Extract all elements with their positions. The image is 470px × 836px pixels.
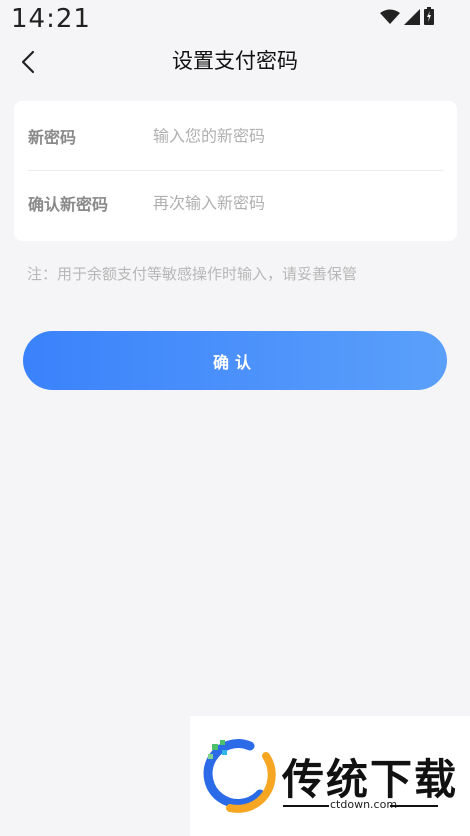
password-form-card: 新密码 确认新密码 — [14, 101, 457, 241]
new-password-input[interactable] — [153, 126, 433, 145]
status-icons — [380, 7, 434, 25]
confirm-password-input[interactable] — [153, 193, 433, 213]
new-password-row: 新密码 — [28, 101, 443, 171]
confirm-password-label: 确认新密码 — [28, 195, 109, 214]
usage-note: 注：用于余额支付等敏感操作时输入，请妥善保管 — [27, 265, 358, 283]
watermark-divider-left — [283, 805, 329, 807]
battery-icon — [424, 7, 434, 25]
status-time: 14:21 — [11, 4, 91, 34]
watermark: 传统下载 ctdown.com — [190, 716, 470, 836]
signal-icon — [404, 9, 420, 25]
confirm-password-row: 确认新密码 — [28, 171, 443, 235]
page-title: 设置支付密码 — [172, 49, 298, 73]
nav-bar: 设置支付密码 — [0, 40, 470, 84]
confirm-button[interactable]: 确认 — [23, 331, 447, 390]
watermark-divider-right — [390, 805, 438, 807]
watermark-url: ctdown.com — [330, 798, 398, 811]
wifi-icon — [380, 9, 400, 24]
new-password-label: 新密码 — [28, 127, 77, 147]
watermark-logo-icon — [203, 739, 276, 813]
status-bar: 14:21 — [0, 0, 470, 40]
